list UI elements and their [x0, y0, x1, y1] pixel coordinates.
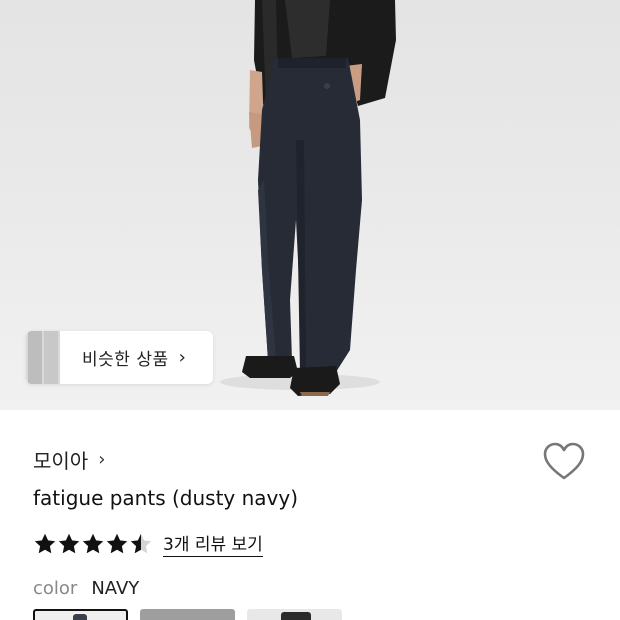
product-hero-image[interactable]: 비슷한 상품 ›	[0, 0, 620, 410]
chevron-right-icon: ›	[98, 449, 106, 470]
color-swatch-black[interactable]	[247, 609, 342, 620]
brand-name: 모이아	[33, 449, 89, 473]
color-selection-row: color NAVY	[33, 578, 139, 599]
star-full-icon	[82, 533, 104, 553]
like-button[interactable]	[542, 442, 586, 482]
color-swatch-list	[33, 609, 342, 620]
brand-link[interactable]: 모이아 ›	[33, 445, 105, 474]
similar-products-button[interactable]: 비슷한 상품 ›	[26, 331, 213, 384]
selected-color-value: NAVY	[91, 578, 140, 599]
view-reviews-link[interactable]: 3개 리뷰 보기	[163, 530, 263, 557]
similar-products-label: 비슷한 상품	[82, 350, 169, 370]
heart-icon	[543, 442, 585, 480]
star-rating	[33, 532, 153, 556]
star-full-icon	[34, 533, 56, 553]
rating-row: 3개 리뷰 보기	[33, 530, 263, 557]
color-swatch-gray[interactable]	[140, 609, 235, 620]
color-swatch-navy[interactable]	[33, 609, 128, 620]
star-half-icon	[130, 533, 152, 553]
chevron-right-icon: ›	[178, 347, 186, 368]
similar-products-thumbnail	[26, 331, 60, 384]
product-title: fatigue pants (dusty navy)	[33, 486, 299, 510]
color-label: color	[33, 578, 78, 599]
star-full-icon	[58, 533, 80, 553]
star-full-icon	[106, 533, 128, 553]
